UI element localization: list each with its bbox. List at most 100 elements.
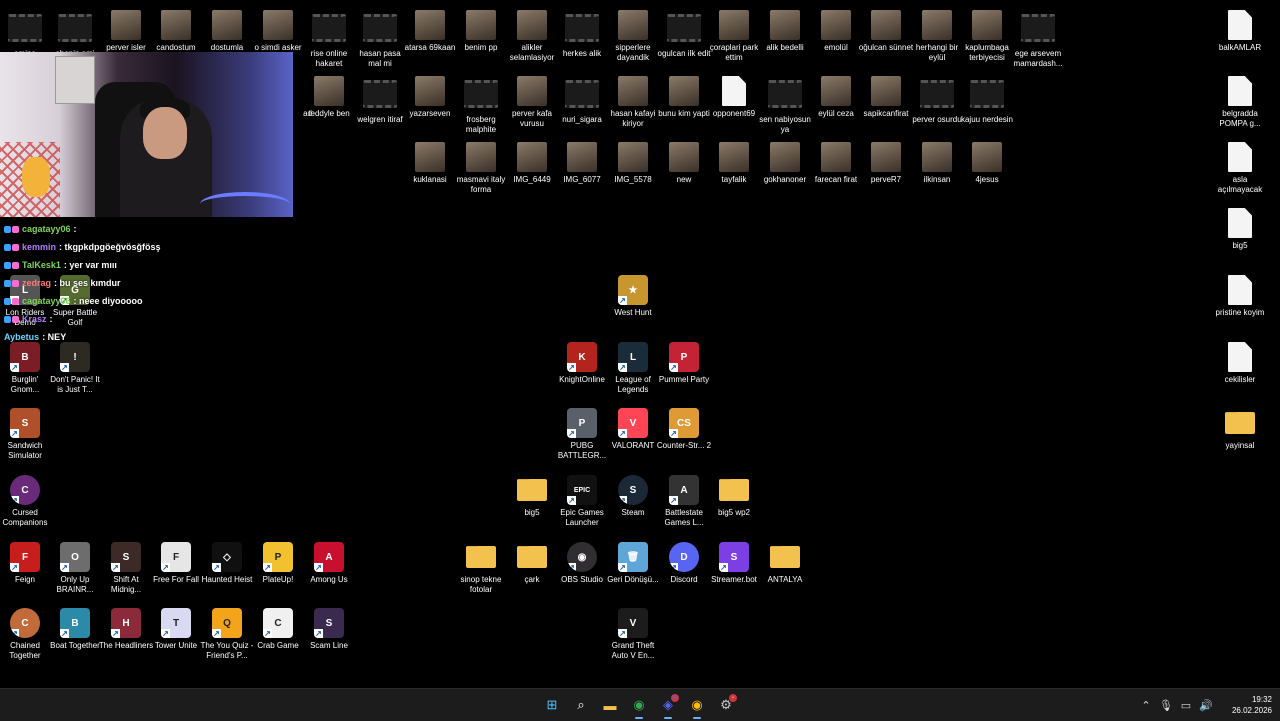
desktop-icon-sinop-tekne-fotolar[interactable]: sinop tekne fotolar — [456, 542, 506, 595]
desktop-icon-perver-isler[interactable]: perver isler — [101, 10, 151, 53]
desktop-icon-grand-theft-auto-v-en[interactable]: V Grand Theft Auto V En... — [608, 608, 658, 661]
desktop-icon-only-up-brainr[interactable]: O Only Up BRAINR... — [50, 542, 100, 595]
desktop-icon-the-headliners[interactable]: H The Headliners — [99, 608, 153, 651]
desktop-icon-feign[interactable]: F Feign — [0, 542, 50, 585]
desktop-icon-o-simdi-asker[interactable]: o simdi asker — [253, 10, 303, 53]
desktop-icon-teddyle-ben[interactable]: teddyle ben — [304, 76, 354, 119]
desktop-icon-alikler-selamlasiyor[interactable]: alikler selamlasiyor — [507, 10, 557, 63]
desktop-icon-img-6077[interactable]: IMG_6077 — [557, 142, 607, 185]
desktop-icon-chained-together[interactable]: C Chained Together — [0, 608, 50, 661]
desktop-icon-herkes-alik[interactable]: herkes alik — [557, 10, 607, 59]
network-icon[interactable]: ▭ — [1176, 699, 1196, 712]
desktop-icon-ilkinsan[interactable]: ilkinsan — [912, 142, 962, 185]
desktop-icon-pristine-koyim[interactable]: pristine koyim — [1215, 275, 1265, 318]
desktop-icon-nuri-sigara[interactable]: nuri_sigara — [557, 76, 607, 125]
desktop-icon-oraplari-park-ettim[interactable]: çoraplari park ettim — [709, 10, 759, 63]
desktop-icon-dostumla[interactable]: dostumla — [202, 10, 252, 53]
desktop-icon-atarsa-69kaan[interactable]: atarsa 69kaan — [405, 10, 455, 53]
desktop-icon-cekilisler[interactable]: cekilisler — [1215, 342, 1265, 385]
taskbar-search-button[interactable]: ⌕ — [569, 693, 593, 717]
desktop-icon-perver7[interactable]: perveR7 — [861, 142, 911, 185]
desktop-icon-tower-unite[interactable]: T Tower Unite — [151, 608, 201, 651]
desktop-icon-kuklanasi[interactable]: kuklanasi — [405, 142, 455, 185]
desktop-icon-cursed-companions[interactable]: C Cursed Companions — [0, 475, 50, 528]
desktop-icon-free-for-fall[interactable]: F Free For Fall — [151, 542, 201, 585]
desktop-icon-geri-d-n[interactable]: 🗑 Geri Dönüşü... — [607, 542, 659, 585]
desktop-icon-yayinsal[interactable]: yayinsal — [1215, 408, 1265, 451]
desktop-icon-sipperlere-dayandik[interactable]: sipperlere dayandik — [608, 10, 658, 63]
desktop-icon-o-ulcan-s-nnet[interactable]: oğulcan sünnet — [859, 10, 913, 53]
desktop-icon-among-us[interactable]: A Among Us — [304, 542, 354, 585]
desktop-icon-boat-together[interactable]: B Boat Together — [50, 608, 100, 651]
desktop-icon-hasan-pasa-mal-mi[interactable]: hasan pasa mal mi — [355, 10, 405, 69]
desktop-icon-farecan-firat[interactable]: farecan firat — [811, 142, 861, 185]
desktop-icon-alik-bedelli[interactable]: alik bedelli — [760, 10, 810, 53]
desktop-icon-perver-kafa-vurusu[interactable]: perver kafa vurusu — [507, 76, 557, 129]
desktop-icon-perver-osurdu[interactable]: perver osurdu — [912, 76, 962, 125]
desktop-icon-frosberg-malphite[interactable]: frosberg malphite — [456, 76, 506, 135]
desktop-icon-pubg-battlegr[interactable]: P PUBG BATTLEGR... — [557, 408, 607, 461]
desktop-icon-bunu-kim-yapti[interactable]: bunu kim yapti — [658, 76, 710, 119]
desktop-icon-don-t-panic-it-is-just-t[interactable]: ! Don't Panic! It is Just T... — [50, 342, 100, 395]
desktop-icon-league-of-legends[interactable]: L League of Legends — [608, 342, 658, 395]
desktop-icon-scam-line[interactable]: S Scam Line — [304, 608, 354, 651]
desktop-icon-counter-str-2[interactable]: CS Counter-Str... 2 — [657, 408, 711, 451]
desktop-icon-gokhanoner[interactable]: gokhanoner — [760, 142, 810, 185]
desktop-icon-kajuu-nerdesin[interactable]: kajuu nerdesin — [961, 76, 1013, 125]
desktop-icon-masmavi-italy-forma[interactable]: masmavi italy forma — [456, 142, 506, 195]
desktop-icon-discord[interactable]: D Discord — [659, 542, 709, 585]
desktop-icon-pummel-party[interactable]: P Pummel Party — [659, 342, 709, 385]
desktop-icon-yazarseven[interactable]: yazarseven — [405, 76, 455, 119]
desktop-icon-emol-l[interactable]: emolül — [811, 10, 861, 53]
desktop-icon-the-you-quiz-friend-s-p[interactable]: Q The You Quiz - Friend's P... — [201, 608, 253, 661]
desktop-icon-streamer-bot[interactable]: S Streamer.bot — [709, 542, 759, 585]
desktop-icon-opponent69[interactable]: opponent69 — [709, 76, 759, 119]
desktop-icon-burglin-gnom[interactable]: B Burglin' Gnom... — [0, 342, 50, 395]
taskbar-settings-button[interactable]: ⚙ • — [714, 693, 738, 717]
desktop-icon-obs-studio[interactable]: ◉ OBS Studio — [557, 542, 607, 585]
desktop-icon-candostum[interactable]: candostum — [151, 10, 201, 53]
desktop-icon-sapikcanfirat[interactable]: sapikcanfirat — [861, 76, 911, 119]
desktop-icon-welgren-itiraf[interactable]: welgren itiraf — [355, 76, 405, 125]
desktop-icon-kaplumbaga-terbiyecisi[interactable]: kaplumbaga terbiyecisi — [962, 10, 1012, 63]
desktop-icon-sandwich-simulator[interactable]: S Sandwich Simulator — [0, 408, 50, 461]
desktop-icon-new[interactable]: new — [659, 142, 709, 185]
desktop-icon-ark[interactable]: çark — [507, 542, 557, 585]
microphone-icon[interactable]: 🎙 — [1156, 699, 1176, 712]
desktop-icon-sen-nabiyosun-ya[interactable]: sen nabiyosun ya — [759, 76, 811, 135]
desktop-icon-shift-at-midnig[interactable]: S Shift At Midnig... — [101, 542, 151, 595]
tray-chevron-icon[interactable]: ⌃ — [1136, 699, 1156, 712]
desktop-icon-img-6449[interactable]: IMG_6449 — [507, 142, 557, 185]
desktop-icon-valorant[interactable]: V VALORANT — [608, 408, 658, 451]
taskbar-discord-button[interactable]: ◈ 9+ — [656, 693, 680, 719]
desktop-icon-balkamlar[interactable]: balkAMLAR — [1215, 10, 1265, 53]
desktop-icon-img-5578[interactable]: IMG_5578 — [608, 142, 658, 185]
desktop-icon-crab-game[interactable]: C Crab Game — [253, 608, 303, 651]
desktop-icon-benim-pp[interactable]: benim pp — [456, 10, 506, 53]
taskbar-start-button[interactable]: ⊞ — [540, 693, 564, 717]
desktop-icon-4jesus[interactable]: 4jesus — [962, 142, 1012, 185]
desktop-icon-ogulcan-ilk-edit[interactable]: ogulcan ilk edit — [658, 10, 710, 59]
desktop-icon-big5-wp2[interactable]: big5 wp2 — [709, 475, 759, 518]
desktop-icon-haunted-heist[interactable]: ◇ Haunted Heist — [202, 542, 252, 585]
desktop-icon-epic-games-launcher[interactable]: EPIC Epic Games Launcher — [557, 475, 607, 528]
desktop-icon-asla-a-lmayacak[interactable]: asla açılmayacak — [1215, 142, 1265, 195]
desktop-icon-west-hunt[interactable]: ★ West Hunt — [608, 275, 658, 318]
desktop-icon-eyl-l-ceza[interactable]: eylül ceza — [811, 76, 861, 119]
desktop-icon-plateup[interactable]: P PlateUp! — [253, 542, 303, 585]
desktop-icon-big5[interactable]: big5 — [507, 475, 557, 518]
desktop-icon-steam[interactable]: S Steam — [608, 475, 658, 518]
taskbar-file-explorer-button[interactable]: ▬ — [598, 693, 622, 717]
desktop-icon-herhangi-bir-eyl-l[interactable]: herhangi bir eylül — [912, 10, 962, 63]
clock[interactable]: 19:32 26.02.2026 — [1216, 694, 1280, 716]
taskbar-chrome-button[interactable]: ◉ — [627, 693, 651, 719]
desktop-icon-big5[interactable]: big5 — [1215, 208, 1265, 251]
desktop-icon-belgradda-pompa-g[interactable]: belgradda POMPA g... — [1215, 76, 1265, 129]
desktop-icon-antalya[interactable]: ANTALYA — [760, 542, 810, 585]
desktop-icon-tayfalik[interactable]: tayfalik — [709, 142, 759, 185]
desktop-icon-rise-online-hakaret[interactable]: rise online hakaret — [304, 10, 354, 69]
desktop-icon-knightonline[interactable]: K KnightOnline — [557, 342, 607, 385]
volume-icon[interactable]: 🔊 — [1196, 699, 1216, 712]
taskbar-chrome-2-button[interactable]: ◉ — [685, 693, 709, 719]
desktop-icon-hasan-kafayi-kiriyor[interactable]: hasan kafayi kiriyor — [608, 76, 658, 129]
